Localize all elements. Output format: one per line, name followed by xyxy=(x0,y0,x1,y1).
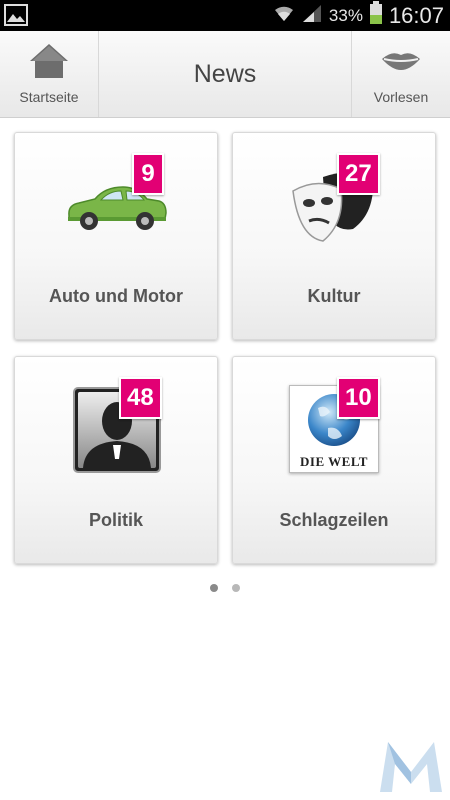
tile-politik[interactable]: 48 Politik xyxy=(14,356,218,564)
die-welt-logo-text: DIE WELT xyxy=(300,454,368,469)
unread-count-badge: 48 xyxy=(119,377,162,419)
gallery-notification-icon xyxy=(4,4,28,31)
unread-count-badge: 9 xyxy=(132,153,164,195)
clock: 16:07 xyxy=(388,2,444,28)
read-aloud-button[interactable]: Vorlesen xyxy=(351,31,450,117)
lips-icon xyxy=(380,50,422,75)
read-aloud-label: Vorlesen xyxy=(373,89,429,105)
tile-label: Schlagzeilen xyxy=(279,510,389,530)
home-label: Startseite xyxy=(19,89,79,105)
tile-kultur[interactable]: 27 Kultur xyxy=(232,132,436,340)
battery-percent: 33% xyxy=(328,5,363,25)
status-bar: 33% 16:07 xyxy=(0,0,450,31)
page-dot-active[interactable] xyxy=(210,584,218,592)
tile-label: Auto und Motor xyxy=(49,286,183,306)
battery-icon xyxy=(369,1,383,30)
tile-label: Kultur xyxy=(307,286,361,306)
action-bar: Startseite News Vorlesen xyxy=(0,31,450,118)
wifi-icon xyxy=(273,3,295,28)
page-title: News xyxy=(193,59,257,88)
page-dot[interactable] xyxy=(232,584,240,592)
tile-auto-und-motor[interactable]: 9 Auto und Motor xyxy=(14,132,218,340)
page-indicator xyxy=(0,584,450,592)
home-icon xyxy=(28,42,70,83)
unread-count-badge: 27 xyxy=(337,153,380,195)
unread-count-badge: 10 xyxy=(337,377,380,419)
tile-schlagzeilen[interactable]: DIE WELT 10 Schlagzeilen xyxy=(232,356,436,564)
home-button[interactable]: Startseite xyxy=(0,31,99,117)
tile-label: Politik xyxy=(88,510,143,530)
watermark-logo xyxy=(378,738,444,799)
signal-icon xyxy=(301,3,323,28)
